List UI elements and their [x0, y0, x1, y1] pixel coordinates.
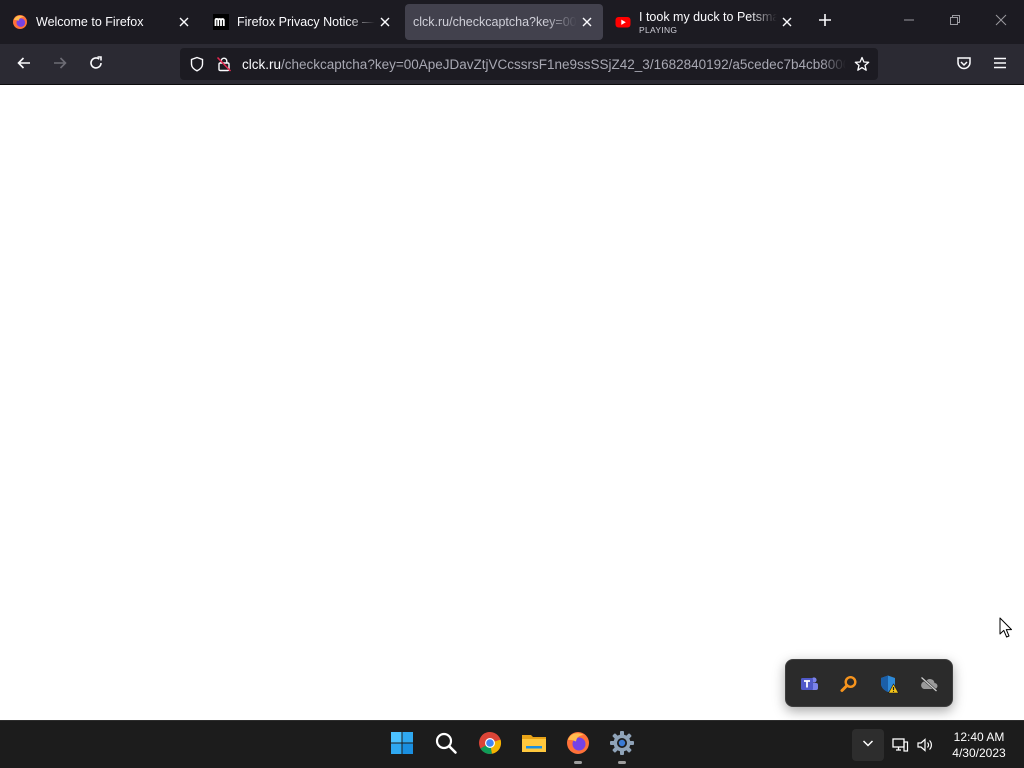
- close-icon: [995, 13, 1007, 31]
- pocket-button[interactable]: [950, 52, 978, 78]
- windows-start-icon: [390, 731, 414, 760]
- clock-time: 12:40 AM: [953, 730, 1005, 744]
- minimize-icon: [903, 13, 915, 31]
- tab-firefox-privacy-notice[interactable]: Firefox Privacy Notice — Mozilla: [205, 4, 401, 40]
- new-tab-button[interactable]: [814, 11, 836, 33]
- taskbar-file-explorer[interactable]: [518, 729, 550, 761]
- chevron-up-icon: [862, 736, 874, 754]
- firefox-icon: [12, 14, 28, 30]
- back-button[interactable]: [10, 52, 38, 78]
- taskbar-search-button[interactable]: [430, 729, 462, 761]
- page-content-blank: [0, 85, 1024, 720]
- running-indicator: [618, 761, 626, 764]
- network-icon[interactable]: [890, 735, 910, 755]
- bookmark-star-icon[interactable]: [854, 56, 870, 72]
- running-indicator: [574, 761, 582, 764]
- taskbar-firefox[interactable]: [562, 729, 594, 764]
- minimize-button[interactable]: [886, 0, 932, 44]
- tracking-protection-shield-icon[interactable]: [189, 56, 205, 72]
- reload-button[interactable]: [82, 52, 110, 78]
- chrome-icon: [478, 731, 502, 760]
- pocket-icon: [956, 55, 972, 76]
- search-icon: [434, 731, 458, 760]
- taskbar-settings[interactable]: [606, 729, 638, 764]
- search-magnifier-icon[interactable]: [838, 673, 860, 695]
- close-window-button[interactable]: [978, 0, 1024, 44]
- close-tab-icon[interactable]: [577, 12, 597, 32]
- reload-icon: [88, 55, 104, 76]
- taskbar-clock[interactable]: 12:40 AM 4/30/2023: [944, 729, 1014, 761]
- url-host: clck.ru: [242, 57, 282, 72]
- forward-arrow-icon: [52, 55, 68, 76]
- url-text[interactable]: clck.ru/checkcaptcha?key=00ApeJDavZtjVCc…: [242, 56, 846, 74]
- tab-title: clck.ru/checkcaptcha?key=00ApeJDavZtjVCc…: [413, 15, 577, 29]
- tab-strip: Welcome to Firefox Firefox Privacy Notic…: [0, 0, 1024, 44]
- start-button[interactable]: [386, 729, 418, 761]
- plus-icon: [818, 13, 832, 32]
- tab-title: I took my duck to Petsmart: [639, 9, 777, 24]
- onedrive-offline-icon[interactable]: [918, 673, 940, 695]
- tab-youtube-duck-petsmart[interactable]: I took my duck to Petsmart PLAYING: [607, 4, 803, 40]
- close-tab-icon[interactable]: [777, 12, 797, 32]
- tray-overflow-popup: [785, 659, 953, 707]
- clock-date: 4/30/2023: [952, 746, 1006, 760]
- insecure-lock-icon[interactable]: [216, 56, 232, 72]
- mouse-cursor-icon: [999, 617, 1013, 639]
- settings-gear-icon: [609, 730, 635, 761]
- file-explorer-icon: [521, 731, 547, 760]
- forward-button[interactable]: [46, 52, 74, 78]
- navigation-toolbar: clck.ru/checkcaptcha?key=00ApeJDavZtjVCc…: [0, 44, 1024, 85]
- windows-taskbar: 12:40 AM 4/30/2023: [0, 720, 1024, 768]
- mozilla-m-icon: [213, 14, 229, 30]
- tab-clck-captcha[interactable]: clck.ru/checkcaptcha?key=00ApeJDavZtjVCc…: [405, 4, 603, 40]
- taskbar-chrome[interactable]: [474, 729, 506, 761]
- close-tab-icon[interactable]: [174, 12, 194, 32]
- tab-welcome-to-firefox[interactable]: Welcome to Firefox: [4, 4, 200, 40]
- back-arrow-icon: [16, 55, 32, 76]
- tab-title: Welcome to Firefox: [36, 15, 144, 29]
- security-warning-icon[interactable]: [878, 673, 900, 695]
- tab-title: Firefox Privacy Notice — Mozilla: [237, 15, 375, 29]
- tab-playing-label: PLAYING: [639, 24, 678, 35]
- url-path: /checkcaptcha?key=00ApeJDavZtjVCcssrsF1n…: [281, 57, 846, 72]
- show-hidden-icons-button[interactable]: [852, 729, 884, 761]
- restore-button[interactable]: [932, 0, 978, 44]
- teams-icon[interactable]: [798, 673, 820, 695]
- hamburger-menu-icon: [992, 55, 1008, 76]
- volume-icon[interactable]: [915, 735, 935, 755]
- firefox-icon: [566, 731, 590, 760]
- app-menu-button[interactable]: [986, 52, 1014, 78]
- close-tab-icon[interactable]: [375, 12, 395, 32]
- address-bar[interactable]: clck.ru/checkcaptcha?key=00ApeJDavZtjVCc…: [180, 48, 878, 80]
- youtube-icon: [615, 14, 631, 30]
- restore-icon: [949, 13, 961, 31]
